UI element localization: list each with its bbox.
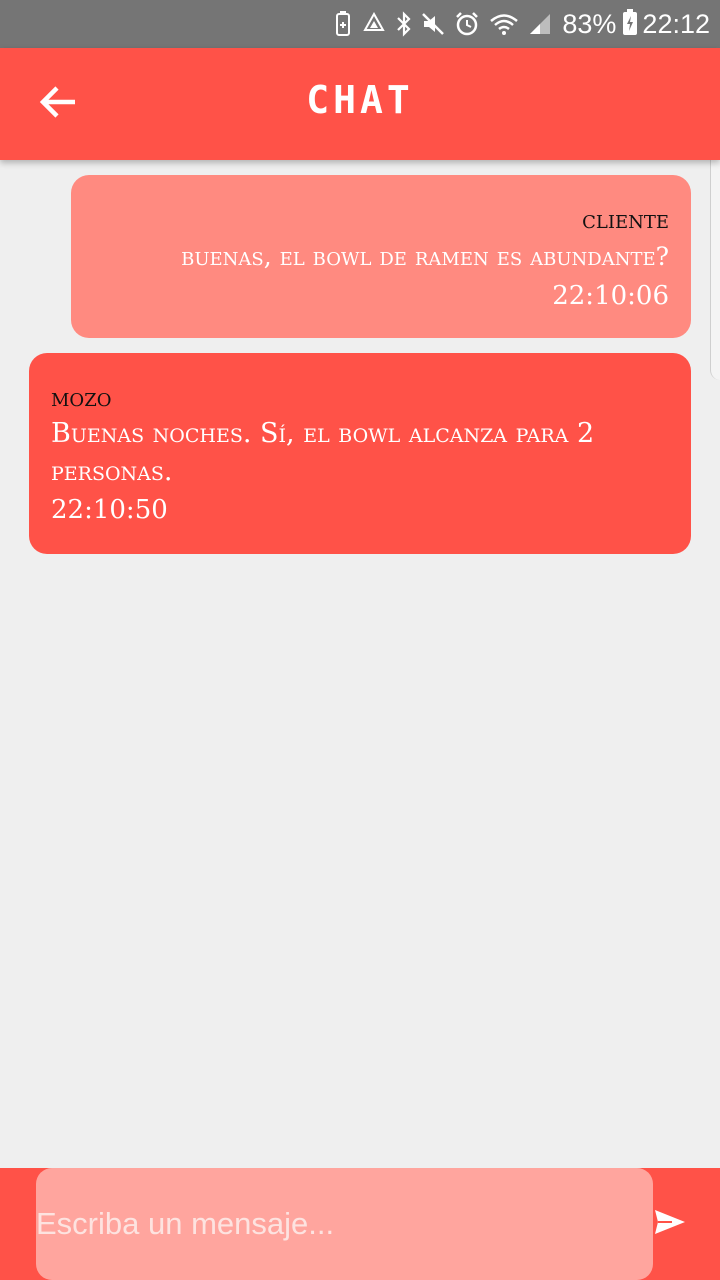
message-bubble-cliente: cliente buenas, el bowl de ramen es abun… <box>71 175 691 338</box>
send-icon <box>654 1208 686 1241</box>
signal-icon <box>528 12 552 36</box>
bluetooth-icon <box>396 11 412 37</box>
message-text: Buenas noches. Sí, el bowl alcanza para … <box>51 418 595 487</box>
message-composer <box>0 1168 720 1280</box>
recycle-icon <box>361 12 387 36</box>
message-input[interactable] <box>36 1168 653 1280</box>
message-sender: cliente <box>582 205 669 234</box>
battery-percent: 83% <box>562 8 617 39</box>
message-sender: mozo <box>51 383 112 412</box>
message-time: 22:10:50 <box>51 495 168 525</box>
page-title: CHAT <box>306 78 414 122</box>
status-bar: 83% 22:12 <box>0 0 720 48</box>
message-time: 22:10:06 <box>552 281 669 311</box>
app-bar: CHAT <box>0 48 720 160</box>
mute-icon <box>421 12 445 36</box>
message-bubble-mozo: mozo Buenas noches. Sí, el bowl alcanza … <box>29 353 691 554</box>
status-time: 22:12 <box>642 8 710 39</box>
message-text: buenas, el bowl de ramen es abundante? <box>181 242 669 271</box>
alarm-icon <box>454 11 480 37</box>
overscroll-edge <box>710 146 720 380</box>
status-icons <box>334 11 552 37</box>
wifi-icon <box>489 12 519 36</box>
battery-charging-icon <box>622 8 638 41</box>
send-button[interactable] <box>650 1204 690 1244</box>
battery-saver-icon <box>334 11 352 37</box>
